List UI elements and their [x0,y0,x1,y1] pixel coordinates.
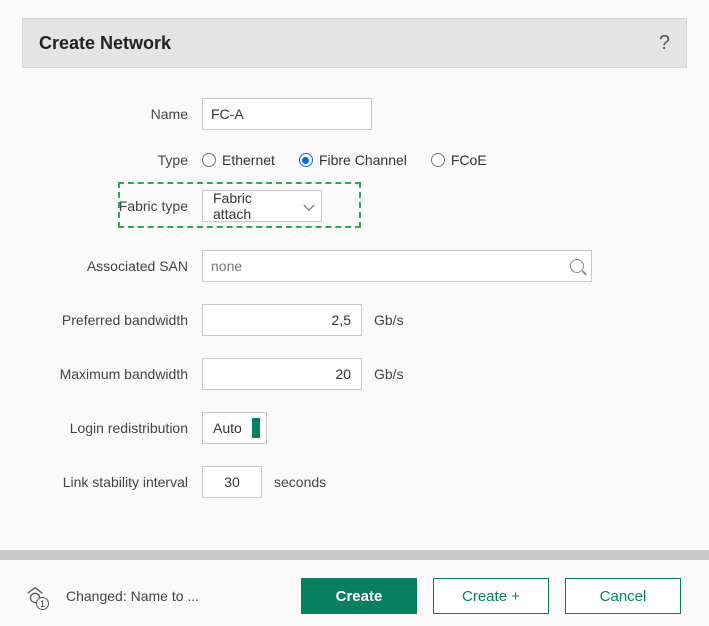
type-radio-group: Ethernet Fibre Channel FCoE [202,152,487,168]
type-fibrechannel-radio[interactable]: Fibre Channel [299,152,407,168]
type-fcoe-radio[interactable]: FCoE [431,152,487,168]
dialog-header: Create Network ? [22,18,687,68]
login-redistribution-toggle[interactable]: Auto [202,412,267,444]
type-label: Type [42,152,202,168]
footer-separator [0,550,709,560]
link-stability-label: Link stability interval [42,474,202,490]
preferred-bandwidth-input[interactable] [202,304,362,336]
help-icon[interactable]: ? [659,32,670,55]
toggle-bar-icon [252,418,260,438]
changed-status: Changed: Name to ... [66,588,199,604]
radio-circle-selected-icon [299,153,313,167]
radio-label: FCoE [451,152,487,168]
preferred-bandwidth-label: Preferred bandwidth [42,312,202,328]
dialog-footer: 1 Changed: Name to ... Create Create + C… [0,570,709,626]
name-label: Name [42,106,202,122]
history-badge: 1 [36,597,49,610]
link-stability-unit: seconds [274,474,326,490]
maximum-bandwidth-input[interactable] [202,358,362,390]
form-area: Name Type Ethernet Fibre Channel FCoE [22,68,687,530]
name-input[interactable] [202,98,372,130]
create-plus-button[interactable]: Create + [433,578,549,614]
maximum-bandwidth-label: Maximum bandwidth [42,366,202,382]
create-button[interactable]: Create [301,578,417,614]
fabric-type-select[interactable]: Fabric attach [202,190,322,222]
radio-circle-icon [202,153,216,167]
maximum-bandwidth-unit: Gb/s [374,366,404,382]
history-icon[interactable]: 1 [24,585,46,607]
search-icon[interactable] [570,259,584,273]
dialog-title: Create Network [39,33,171,54]
radio-label: Ethernet [222,152,275,168]
radio-circle-icon [431,153,445,167]
radio-label: Fibre Channel [319,152,407,168]
radio-dot-icon [302,157,309,164]
preferred-bandwidth-unit: Gb/s [374,312,404,328]
associated-san-label: Associated SAN [42,258,202,274]
fabric-type-label: Fabric type [42,198,202,214]
login-redistribution-label: Login redistribution [42,420,202,436]
select-value: Fabric attach [213,190,293,222]
chevron-down-icon [303,200,314,211]
type-ethernet-radio[interactable]: Ethernet [202,152,275,168]
associated-san-input[interactable] [202,250,592,282]
toggle-value: Auto [213,420,242,436]
cancel-button[interactable]: Cancel [565,578,681,614]
link-stability-input[interactable] [202,466,262,498]
